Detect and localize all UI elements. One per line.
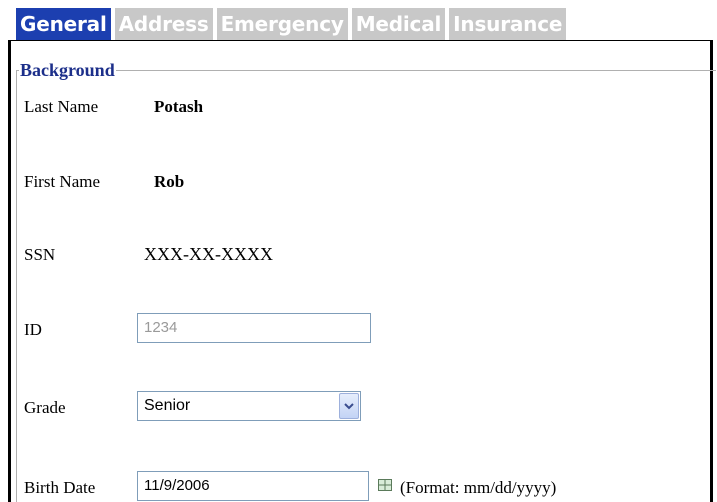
- tab-bar: General Address Emergency Medical Insura…: [16, 8, 567, 40]
- birth-date-format-hint: (Format: mm/dd/yyyy): [400, 478, 557, 497]
- last-name-label: Last Name: [24, 97, 99, 116]
- chevron-down-icon[interactable]: [339, 393, 359, 419]
- first-name-value: Rob: [154, 172, 185, 191]
- background-legend: Background: [20, 60, 115, 80]
- tab-emergency[interactable]: Emergency: [216, 8, 348, 40]
- birth-date-label: Birth Date: [24, 478, 96, 497]
- tab-insurance[interactable]: Insurance: [449, 8, 567, 40]
- grade-selected-value: Senior: [144, 397, 191, 414]
- tab-medical[interactable]: Medical: [351, 8, 446, 40]
- ssn-label: SSN: [24, 245, 56, 264]
- id-label: ID: [24, 320, 42, 339]
- grade-select[interactable]: Senior: [137, 391, 361, 421]
- ssn-value: XXX-XX-XXXX: [144, 244, 273, 264]
- background-fieldset: Background: [16, 60, 716, 502]
- birth-date-field[interactable]: 11/9/2006: [137, 471, 369, 501]
- last-name-value: Potash: [154, 97, 204, 116]
- id-field[interactable]: 1234: [137, 313, 371, 343]
- grade-label: Grade: [24, 398, 66, 417]
- tab-general[interactable]: General: [16, 8, 111, 40]
- calendar-icon[interactable]: [378, 479, 392, 491]
- tab-address[interactable]: Address: [114, 8, 213, 40]
- first-name-label: First Name: [24, 172, 101, 191]
